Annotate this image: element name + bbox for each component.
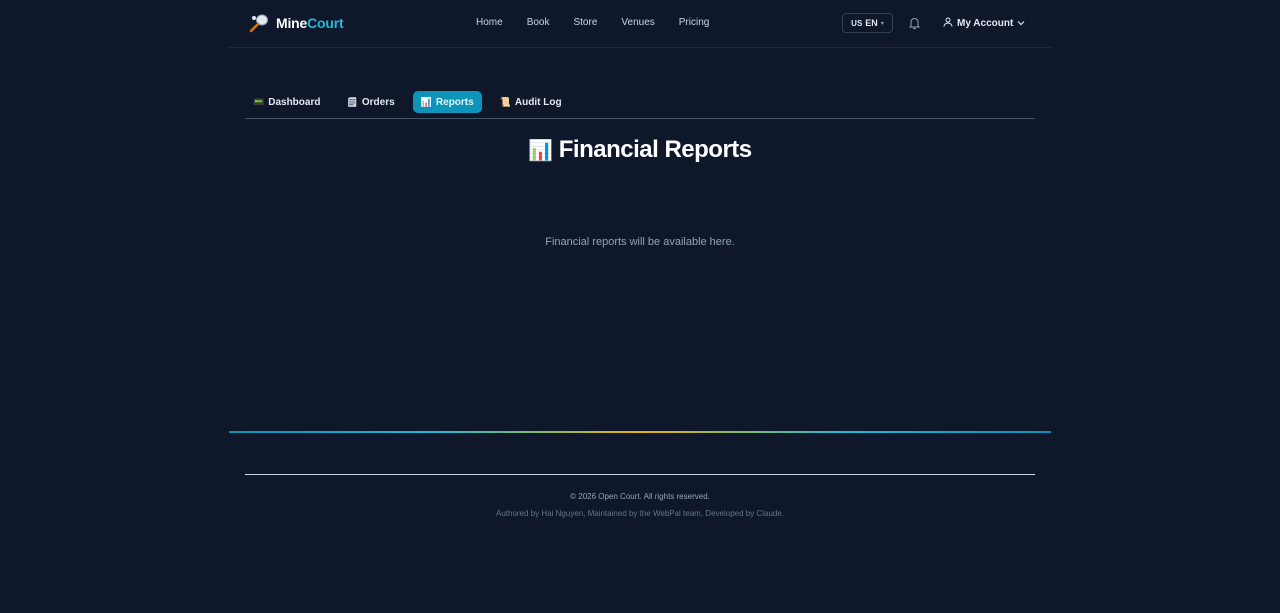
tab-orders[interactable]: 🗒 Orders — [338, 91, 402, 113]
bar-chart-icon: 📊 — [528, 140, 553, 162]
nav-home[interactable]: Home — [476, 17, 503, 28]
racket-icon — [248, 13, 270, 33]
page-title-text: Financial Reports — [558, 136, 752, 163]
notepad-icon: 🗒 — [346, 96, 358, 107]
tab-label: Reports — [435, 96, 474, 108]
tab-label: Dashboard — [268, 96, 321, 108]
logo[interactable]: MineCourt — [248, 13, 344, 33]
brand-name: MineCourt — [276, 15, 344, 31]
footer-copyright: © 2026 Open Court. All rights reserved. — [570, 492, 710, 501]
brand-name-part1: Mine — [276, 15, 308, 31]
page-title: 📊 Financial Reports — [0, 136, 1280, 164]
account-label: My Account — [957, 18, 1014, 29]
language-selector[interactable]: US EN ▾ — [842, 13, 893, 33]
nav-pricing[interactable]: Pricing — [679, 17, 710, 28]
flag-icon: US — [851, 18, 863, 28]
nav-venues[interactable]: Venues — [621, 17, 654, 28]
dashboard-icon: 📟 — [253, 96, 265, 107]
top-header: MineCourt Home Book Store Venues Pricing… — [229, 0, 1051, 48]
chevron-down-icon: ▾ — [880, 20, 884, 27]
nav-store[interactable]: Store — [573, 17, 597, 28]
footer-divider — [245, 474, 1035, 475]
bar-chart-icon: 📊 — [420, 96, 432, 107]
language-code: EN — [865, 18, 878, 28]
footer-credits: Authored by Hai Nguyen, Maintained by th… — [495, 509, 785, 518]
admin-tabs: 📟 Dashboard 🗒 Orders 📊 Reports 📜 Audit L… — [245, 91, 570, 113]
bell-icon[interactable] — [908, 16, 921, 30]
main-nav: Home Book Store Venues Pricing — [476, 17, 733, 28]
tab-audit-log[interactable]: 📜 Audit Log — [492, 91, 570, 113]
tab-label: Audit Log — [514, 96, 562, 108]
empty-state-message: Financial reports will be available here… — [545, 236, 735, 248]
tab-label: Orders — [361, 96, 395, 108]
tabs-divider — [245, 118, 1035, 119]
brand-name-part2: Court — [307, 15, 344, 31]
gradient-divider — [229, 431, 1051, 433]
chevron-down-icon — [1017, 18, 1025, 29]
tab-reports[interactable]: 📊 Reports — [412, 91, 482, 113]
tab-dashboard[interactable]: 📟 Dashboard — [245, 91, 328, 113]
user-icon — [943, 17, 953, 30]
scroll-icon: 📜 — [499, 96, 511, 107]
nav-book[interactable]: Book — [527, 17, 550, 28]
account-menu[interactable]: My Account — [943, 17, 1025, 30]
